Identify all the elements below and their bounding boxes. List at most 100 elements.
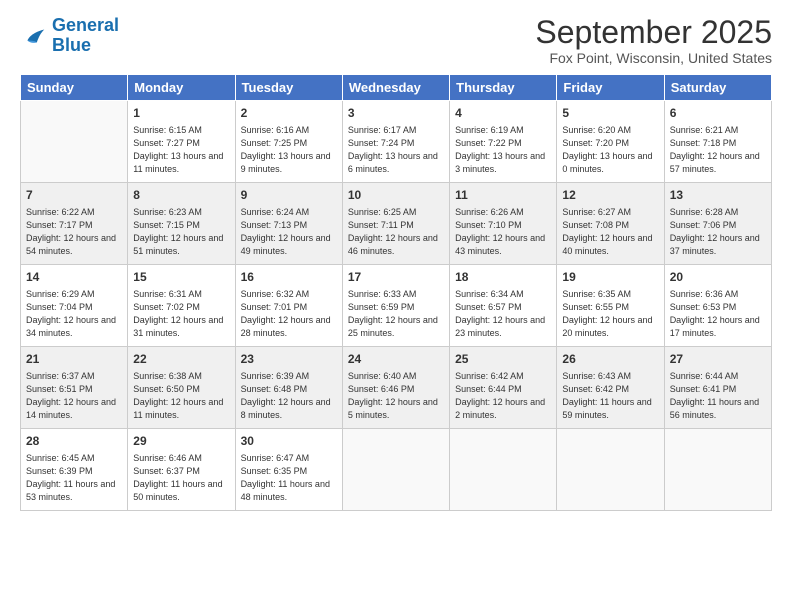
day-number: 23 (241, 351, 337, 368)
day-number: 18 (455, 269, 551, 286)
table-row: 13Sunrise: 6:28 AMSunset: 7:06 PMDayligh… (664, 183, 771, 265)
day-number: 24 (348, 351, 444, 368)
day-number: 26 (562, 351, 658, 368)
day-info: Sunrise: 6:33 AMSunset: 6:59 PMDaylight:… (348, 288, 444, 340)
day-number: 21 (26, 351, 122, 368)
table-row: 17 Sunrise: 6:33 AMSunset: 6:59 PMDayligh… (342, 265, 449, 347)
header-wednesday: Wednesday (342, 75, 449, 101)
day-number: 29 (133, 433, 229, 450)
table-row: 16Sunrise: 6:32 AMSunset: 7:01 PMDayligh… (235, 265, 342, 347)
day-number: 15 (133, 269, 229, 286)
day-info: Sunrise: 6:43 AMSunset: 6:42 PMDaylight:… (562, 370, 658, 422)
day-number: 19 (562, 269, 658, 286)
table-row: 10 Sunrise: 6:25 AMSunset: 7:11 PMDayligh… (342, 183, 449, 265)
day-info: Sunrise: 6:40 AMSunset: 6:46 PMDaylight:… (348, 370, 444, 422)
table-row (342, 429, 449, 511)
day-info: Sunrise: 6:37 AMSunset: 6:51 PMDaylight:… (26, 370, 122, 422)
table-row: 27 Sunrise: 6:44 AMSunset: 6:41 PMDayligh… (664, 347, 771, 429)
calendar-week-row: 14 Sunrise: 6:29 AMSunset: 7:04 PMDayligh… (21, 265, 772, 347)
table-row: 25Sunrise: 6:42 AMSunset: 6:44 PMDayligh… (450, 347, 557, 429)
title-block: September 2025 Fox Point, Wisconsin, Uni… (535, 16, 772, 66)
header-friday: Friday (557, 75, 664, 101)
table-row (664, 429, 771, 511)
table-row: 5 Sunrise: 6:20 AMSunset: 7:20 PMDaylight… (557, 101, 664, 183)
day-info: Sunrise: 6:36 AMSunset: 6:53 PMDaylight:… (670, 288, 766, 340)
table-row: 9Sunrise: 6:24 AMSunset: 7:13 PMDaylight… (235, 183, 342, 265)
day-number: 27 (670, 351, 766, 368)
table-row: 14 Sunrise: 6:29 AMSunset: 7:04 PMDayligh… (21, 265, 128, 347)
day-number: 25 (455, 351, 551, 368)
day-number: 11 (455, 187, 551, 204)
day-info: Sunrise: 6:44 AMSunset: 6:41 PMDaylight:… (670, 370, 766, 422)
table-row: 23 Sunrise: 6:39 AMSunset: 6:48 PMDayligh… (235, 347, 342, 429)
day-number: 10 (348, 187, 444, 204)
logo-line1: General (52, 15, 119, 35)
calendar-week-row: 21 Sunrise: 6:37 AMSunset: 6:51 PMDayligh… (21, 347, 772, 429)
logo-line2: Blue (52, 35, 91, 55)
table-row: 2 Sunrise: 6:16 AMSunset: 7:25 PMDaylight… (235, 101, 342, 183)
table-row: 26 Sunrise: 6:43 AMSunset: 6:42 PMDayligh… (557, 347, 664, 429)
day-number: 6 (670, 105, 766, 122)
day-info: Sunrise: 6:21 AMSunset: 7:18 PMDaylight:… (670, 124, 766, 176)
table-row (21, 101, 128, 183)
header-tuesday: Tuesday (235, 75, 342, 101)
day-number: 2 (241, 105, 337, 122)
day-info: Sunrise: 6:47 AMSunset: 6:35 PMDaylight:… (241, 452, 337, 504)
day-info: Sunrise: 6:20 AMSunset: 7:20 PMDaylight:… (562, 124, 658, 176)
day-info: Sunrise: 6:35 AMSunset: 6:55 PMDaylight:… (562, 288, 658, 340)
day-info: Sunrise: 6:16 AMSunset: 7:25 PMDaylight:… (241, 124, 337, 176)
header: General Blue September 2025 Fox Point, W… (20, 16, 772, 66)
day-info: Sunrise: 6:19 AMSunset: 7:22 PMDaylight:… (455, 124, 551, 176)
header-thursday: Thursday (450, 75, 557, 101)
day-info: Sunrise: 6:15 AMSunset: 7:27 PMDaylight:… (133, 124, 229, 176)
day-number: 3 (348, 105, 444, 122)
table-row: 15 Sunrise: 6:31 AMSunset: 7:02 PMDayligh… (128, 265, 235, 347)
day-info: Sunrise: 6:25 AMSunset: 7:11 PMDaylight:… (348, 206, 444, 258)
day-number: 28 (26, 433, 122, 450)
table-row: 20 Sunrise: 6:36 AMSunset: 6:53 PMDayligh… (664, 265, 771, 347)
day-info: Sunrise: 6:31 AMSunset: 7:02 PMDaylight:… (133, 288, 229, 340)
day-info: Sunrise: 6:27 AMSunset: 7:08 PMDaylight:… (562, 206, 658, 258)
table-row (450, 429, 557, 511)
calendar-week-row: 1 Sunrise: 6:15 AMSunset: 7:27 PMDaylight… (21, 101, 772, 183)
day-number: 14 (26, 269, 122, 286)
location-title: Fox Point, Wisconsin, United States (535, 50, 772, 66)
day-info: Sunrise: 6:23 AMSunset: 7:15 PMDaylight:… (133, 206, 229, 258)
header-monday: Monday (128, 75, 235, 101)
logo: General Blue (20, 16, 119, 56)
day-info: Sunrise: 6:29 AMSunset: 7:04 PMDaylight:… (26, 288, 122, 340)
day-number: 1 (133, 105, 229, 122)
day-number: 17 (348, 269, 444, 286)
day-number: 8 (133, 187, 229, 204)
day-info: Sunrise: 6:24 AMSunset: 7:13 PMDaylight:… (241, 206, 337, 258)
day-info: Sunrise: 6:26 AMSunset: 7:10 PMDaylight:… (455, 206, 551, 258)
table-row: 3Sunrise: 6:17 AMSunset: 7:24 PMDaylight… (342, 101, 449, 183)
table-row (557, 429, 664, 511)
calendar-week-row: 28Sunrise: 6:45 AMSunset: 6:39 PMDayligh… (21, 429, 772, 511)
day-info: Sunrise: 6:34 AMSunset: 6:57 PMDaylight:… (455, 288, 551, 340)
day-number: 5 (562, 105, 658, 122)
day-number: 7 (26, 187, 122, 204)
table-row: 18 Sunrise: 6:34 AMSunset: 6:57 PMDayligh… (450, 265, 557, 347)
table-row: 12 Sunrise: 6:27 AMSunset: 7:08 PMDayligh… (557, 183, 664, 265)
calendar-table: Sunday Monday Tuesday Wednesday Thursday… (20, 74, 772, 511)
day-number: 30 (241, 433, 337, 450)
table-row: 29Sunrise: 6:46 AMSunset: 6:37 PMDayligh… (128, 429, 235, 511)
day-number: 20 (670, 269, 766, 286)
day-info: Sunrise: 6:38 AMSunset: 6:50 PMDaylight:… (133, 370, 229, 422)
table-row: 11 Sunrise: 6:26 AMSunset: 7:10 PMDayligh… (450, 183, 557, 265)
calendar-header-row: Sunday Monday Tuesday Wednesday Thursday… (21, 75, 772, 101)
day-info: Sunrise: 6:28 AMSunset: 7:06 PMDaylight:… (670, 206, 766, 258)
day-number: 12 (562, 187, 658, 204)
table-row: 22Sunrise: 6:38 AMSunset: 6:50 PMDayligh… (128, 347, 235, 429)
table-row: 6 Sunrise: 6:21 AMSunset: 7:18 PMDaylight… (664, 101, 771, 183)
day-info: Sunrise: 6:39 AMSunset: 6:48 PMDaylight:… (241, 370, 337, 422)
table-row: 28Sunrise: 6:45 AMSunset: 6:39 PMDayligh… (21, 429, 128, 511)
table-row: 30 Sunrise: 6:47 AMSunset: 6:35 PMDayligh… (235, 429, 342, 511)
header-sunday: Sunday (21, 75, 128, 101)
table-row: 19 Sunrise: 6:35 AMSunset: 6:55 PMDayligh… (557, 265, 664, 347)
table-row: 8 Sunrise: 6:23 AMSunset: 7:15 PMDaylight… (128, 183, 235, 265)
table-row: 21 Sunrise: 6:37 AMSunset: 6:51 PMDayligh… (21, 347, 128, 429)
logo-icon (20, 22, 48, 50)
month-title: September 2025 (535, 16, 772, 48)
